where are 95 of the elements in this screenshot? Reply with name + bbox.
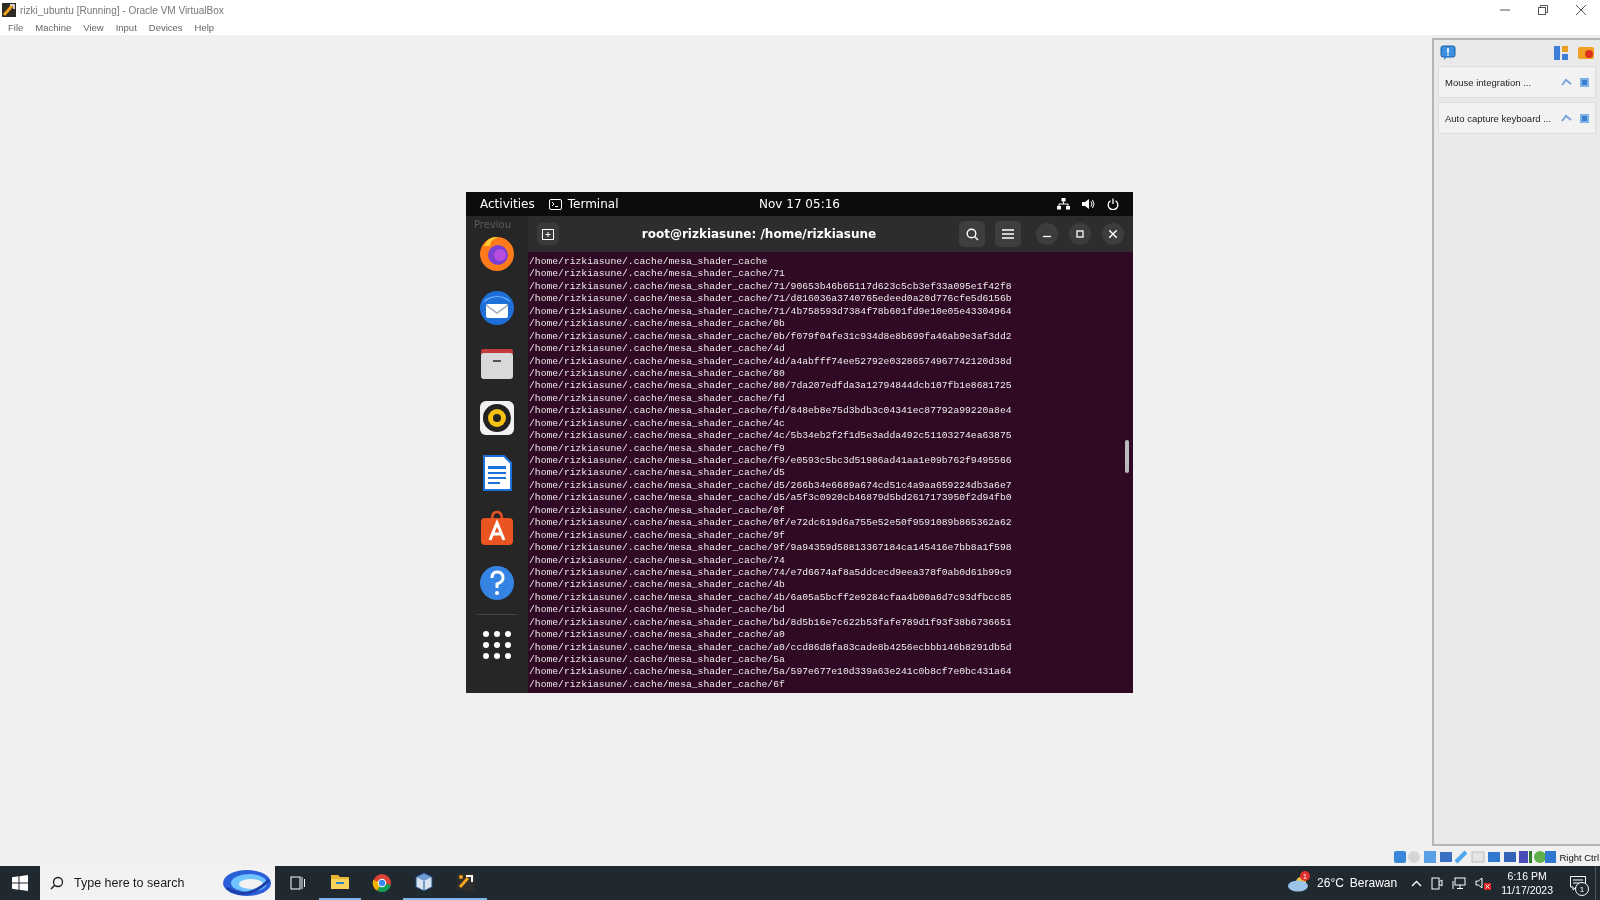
terminal-icon [548, 198, 562, 210]
meet-icon[interactable] [1431, 876, 1444, 890]
activities-button[interactable]: Activities [480, 197, 535, 211]
volume-icon[interactable] [1082, 198, 1095, 210]
app-grid-icon[interactable] [482, 630, 512, 660]
app-menu[interactable]: Terminal [548, 197, 619, 211]
terminal-line: /home/rizkiasune/.cache/mesa_shader_cache/0f/e72dc619d6a755e52e50f9591089b865362a62 [529, 517, 1013, 530]
terminal-line: /home/rizkiasune/.cache/mesa_shader_cache/6f [529, 678, 786, 692]
panel-icon[interactable] [1554, 45, 1568, 61]
notification-count: 1 [1575, 882, 1589, 896]
terminal-line: /home/rizkiasune/.cache/mesa_shader_cache/d5 [529, 467, 786, 480]
network-icon[interactable] [1057, 198, 1070, 210]
cube-icon[interactable] [414, 872, 434, 892]
terminal-line: /home/rizkiasune/.cache/mesa_shader_cache/d5/266b34e6689a674cd51c4a9aa659224db3a6e7 [529, 479, 1013, 493]
terminal-line: /home/rizkiasune/.cache/mesa_shader_cache/4d [529, 343, 786, 356]
terminal-line: /home/rizkiasune/.cache/mesa_shader_cache/bd [529, 604, 786, 617]
clock[interactable]: 6:16 PM 11/17/2023 [1501, 869, 1553, 897]
terminal-line: /home/rizkiasune/.cache/mesa_shader_cache [529, 256, 769, 269]
folder-icon[interactable] [330, 873, 350, 891]
window-title: rizki_ubuntu [Running] - Oracle VM VirtualBox [20, 4, 225, 16]
weather-condition[interactable]: Berawan [1349, 876, 1398, 890]
terminal-line: /home/rizkiasune/.cache/mesa_shader_cache/fd/848eb8e75d3bdb3c04341ec87792a99220a8e4 [529, 405, 1013, 418]
help-icon[interactable] [478, 564, 516, 602]
close-icon [1576, 5, 1586, 15]
browser-icon[interactable] [372, 873, 392, 893]
terminal-line: /home/rizkiasune/.cache/mesa_shader_cache/d5/a5f3c0920cb46879d5bd2617173950f2d94fb0 [529, 492, 1013, 505]
terminal-line: /home/rizkiasune/.cache/mesa_shader_cache/4c/5b34eb2f2f1d5e3adda492c51103274ea63875 [529, 430, 1013, 443]
terminal-line: /home/rizkiasune/.cache/mesa_shader_cache/80/7da207edfda3a12794844dcb107fb1e8681725 [529, 380, 1013, 393]
chevron-up-icon[interactable] [1411, 879, 1423, 887]
terminal-line: /home/rizkiasune/.cache/mesa_shader_cache/fd [529, 392, 786, 406]
windows-logo-icon [12, 875, 28, 891]
terminal-line: /home/rizkiasune/.cache/mesa_shader_cache/71/d816036a3740765edeed0a20d776cfe5d6156b [529, 293, 1013, 306]
menu-item[interactable]: File [2, 22, 30, 33]
restore-icon [1538, 5, 1548, 15]
new-tab-button[interactable] [537, 223, 559, 245]
menu-item[interactable]: View [77, 22, 110, 33]
app-name: Terminal [567, 197, 619, 211]
terminal-line: /home/rizkiasune/.cache/mesa_shader_cache/5a/597e677e10d339a63e241c0b8cf7e0bc431a64 [529, 666, 1013, 679]
menu-icon [1002, 229, 1014, 239]
terminal-line: /home/rizkiasune/.cache/mesa_shader_cache/71/90653b46b65117d623c5cb3ef33a095e1f42f8 [529, 280, 1013, 294]
window-icon[interactable] [1578, 45, 1594, 61]
terminal-line: /home/rizkiasune/.cache/mesa_shader_cache/0b/f079f04fe31c934d8e8b699fa46ab9e3af3dd2 [529, 330, 1013, 344]
search-icon [965, 227, 979, 241]
terminal-line: /home/rizkiasune/.cache/mesa_shader_cache/bd/8d5b16e7c622b53fafe789d1f93f38b6736651 [529, 616, 1013, 630]
menu-button[interactable] [995, 221, 1021, 247]
speaker-icon[interactable] [478, 399, 516, 437]
terminal-line: /home/rizkiasune/.cache/mesa_shader_cache/74/e7d6674af8a5ddcecd9eea378f0ab0d61b99c9 [529, 566, 1013, 580]
terminal-line: /home/rizkiasune/.cache/mesa_shader_cache/4b [529, 579, 786, 592]
menu-item[interactable]: Machine [29, 22, 78, 33]
close-icon [1109, 230, 1117, 238]
terminal-line: /home/rizkiasune/.cache/mesa_shader_cache/9f [529, 529, 786, 543]
notification-text: Auto capture keyboard ... [1445, 112, 1553, 124]
tool-icon[interactable] [456, 872, 476, 892]
terminal-line: /home/rizkiasune/.cache/mesa_shader_cache/4d/a4abfff74ee52792e03286574967742120d38d [529, 355, 1013, 368]
terminal-line: /home/rizkiasune/.cache/mesa_shader_cache/80 [529, 367, 786, 381]
mail-icon[interactable] [478, 289, 516, 327]
search-placeholder: Type here to search [74, 876, 186, 890]
terminal-line: /home/rizkiasune/.cache/mesa_shader_cache/71/4b758593d7384f78b601fd9e10e05e43304964 [529, 305, 1013, 319]
menu-item[interactable]: Help [188, 22, 221, 33]
temperature[interactable]: 26°C [1317, 876, 1344, 890]
terminal-line: /home/rizkiasune/.cache/mesa_shader_cache/0f [529, 504, 786, 518]
terminal-line: /home/rizkiasune/.cache/mesa_shader_cache/74 [529, 554, 786, 567]
shopping-bag-icon[interactable] [478, 509, 516, 547]
notification-text: Mouse integration ... [1445, 76, 1533, 88]
terminal-line: /home/rizkiasune/.cache/mesa_shader_cache/0b [529, 318, 786, 331]
terminal-line: /home/rizkiasune/.cache/mesa_shader_cache/71 [529, 268, 786, 281]
menu-item[interactable]: Input [109, 22, 143, 33]
message-icon[interactable] [1440, 45, 1456, 61]
close-button[interactable] [1102, 223, 1124, 245]
power-icon[interactable] [1107, 198, 1119, 210]
terminal-title: root@rizkiasune: /home/rizkiasune [640, 227, 878, 241]
scrollbar-thumb[interactable] [1125, 440, 1129, 473]
host-key-label: Right Ctrl [1559, 851, 1599, 863]
task-view-icon[interactable] [290, 875, 306, 891]
terminal-line: /home/rizkiasune/.cache/mesa_shader_cache/4c [529, 417, 786, 431]
message-icon [1570, 875, 1586, 891]
plus-icon [542, 228, 554, 240]
date: 11/17/2023 [1501, 883, 1553, 897]
terminal-line: /home/rizkiasune/.cache/mesa_shader_cache/f9 [529, 442, 786, 455]
search-icon [50, 876, 64, 890]
restore-button[interactable] [1069, 223, 1091, 245]
terminal-line: /home/rizkiasune/.cache/mesa_shader_cache/a0/ccd86d8fa83cade8b4256ecbbb146b8291db5d [529, 641, 1013, 654]
terminal-line: /home/rizkiasune/.cache/mesa_shader_cache/a0 [529, 629, 786, 642]
search-button[interactable] [959, 221, 985, 247]
time: 6:16 PM [1507, 869, 1547, 883]
terminal-line: /home/rizkiasune/.cache/mesa_shader_cache/5a [529, 654, 786, 667]
volume-muted-icon[interactable] [1475, 876, 1492, 890]
network-icon[interactable] [1452, 876, 1467, 890]
clock[interactable]: Nov 17 05:16 [759, 197, 840, 211]
restore-icon [1076, 230, 1084, 238]
terminal-line: /home/rizkiasune/.cache/mesa_shader_cache/9f/9a94359d58813367184ca145416e7bb8a1f598 [529, 542, 1013, 555]
notifications-button[interactable]: 1 [1561, 866, 1595, 900]
terminal-line: /home/rizkiasune/.cache/mesa_shader_cache/f9/e0593c5bc3d51986ad41aa1e09b762f9495566 [529, 455, 1013, 468]
terminal-line: /home/rizkiasune/.cache/mesa_shader_cache/4b/6a05a5bcff2e9284cfaa4b00a6d7c93dfbcc85 [529, 591, 1013, 605]
menu-item[interactable]: Devices [142, 22, 189, 33]
